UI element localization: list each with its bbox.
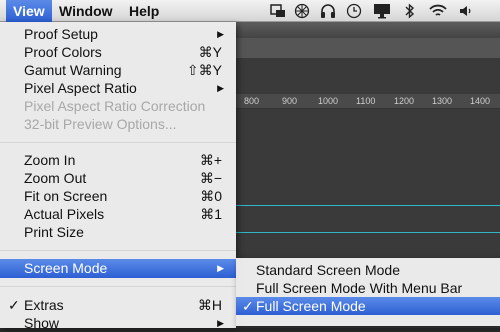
submenu-arrow-icon: ▶ — [217, 263, 224, 273]
menu-item-actual-pixels[interactable]: Actual Pixels ⌘1 — [0, 205, 236, 223]
menu-item-zoom-out[interactable]: Zoom Out ⌘− — [0, 169, 236, 187]
checkmark-icon: ✓ — [8, 297, 20, 313]
menu-item-label: Pixel Aspect Ratio — [24, 80, 137, 96]
menu-item-label: Zoom In — [24, 152, 76, 168]
menu-item-shortcut: ⌘0 — [200, 188, 222, 204]
display-icon[interactable] — [372, 0, 392, 22]
menu-item-pixel-aspect-ratio-correction: Pixel Aspect Ratio Correction — [0, 97, 236, 115]
headphones-icon[interactable] — [318, 0, 338, 22]
menu-item-gamut-warning[interactable]: Gamut Warning ⇧⌘Y — [0, 61, 236, 79]
menu-separator — [0, 286, 236, 287]
menu-help[interactable]: Help — [129, 0, 159, 22]
ruler-tick: 900 — [282, 96, 298, 106]
pinwheel-icon[interactable] — [292, 0, 312, 22]
menu-window[interactable]: Window — [59, 0, 113, 22]
ruler-tick: 1200 — [394, 96, 415, 106]
menu-item-label: Extras — [24, 297, 64, 313]
menu-item-32bit-preview-options: 32-bit Preview Options... — [0, 115, 236, 133]
guide-line — [236, 232, 500, 233]
menu-item-label: Print Size — [24, 224, 84, 240]
bluetooth-icon[interactable] — [400, 0, 420, 22]
ruler-tick: 800 — [244, 96, 260, 106]
submenu-arrow-icon: ▶ — [217, 83, 224, 93]
server-icon[interactable] — [268, 0, 288, 22]
menu-item-pixel-aspect-ratio[interactable]: Pixel Aspect Ratio ▶ — [0, 79, 236, 97]
menu-item-shortcut: ⌘+ — [199, 152, 222, 168]
view-menu: Proof Setup ▶ Proof Colors ⌘Y Gamut Warn… — [0, 22, 236, 331]
submenu-item-label: Full Screen Mode — [256, 298, 366, 314]
menu-separator — [0, 142, 236, 143]
menu-item-fit-on-screen[interactable]: Fit on Screen ⌘0 — [0, 187, 236, 205]
menu-item-label: 32-bit Preview Options... — [24, 116, 177, 132]
guide-line — [236, 205, 500, 206]
menu-bar: View Window Help — [0, 0, 500, 22]
menu-item-label: Pixel Aspect Ratio Correction — [24, 98, 206, 114]
submenu-item-standard-screen-mode[interactable]: Standard Screen Mode — [236, 261, 500, 279]
menu-item-print-size[interactable]: Print Size — [0, 223, 236, 241]
menu-item-label: Show — [24, 315, 60, 331]
menu-item-proof-setup[interactable]: Proof Setup ▶ — [0, 25, 236, 43]
menu-item-label: Zoom Out — [24, 170, 87, 186]
screen-mode-submenu: Standard Screen Mode Full Screen Mode Wi… — [236, 258, 500, 326]
menu-item-shortcut: ⌘1 — [200, 206, 222, 222]
menu-item-proof-colors[interactable]: Proof Colors ⌘Y — [0, 43, 236, 61]
submenu-arrow-icon: ▶ — [217, 29, 224, 39]
menu-item-shortcut: ⌘H — [197, 297, 222, 313]
ruler-tick: 1100 — [356, 96, 376, 106]
checkmark-icon: ✓ — [242, 298, 254, 314]
submenu-item-label: Standard Screen Mode — [256, 262, 400, 278]
menu-item-shortcut: ⌘Y — [198, 44, 222, 60]
horizontal-ruler: 800 900 1000 1100 1200 1300 1400 — [236, 94, 500, 109]
ruler-tick: 1300 — [432, 96, 453, 106]
menu-separator — [0, 250, 236, 251]
menu-item-label: Actual Pixels — [24, 206, 105, 222]
menu-item-extras[interactable]: ✓ Extras ⌘H — [0, 296, 236, 314]
time-machine-icon[interactable] — [344, 0, 364, 22]
menu-item-label: Proof Setup — [24, 26, 98, 42]
wifi-icon[interactable] — [428, 0, 448, 22]
volume-icon[interactable] — [456, 0, 476, 22]
menu-item-label: Fit on Screen — [24, 188, 108, 204]
ruler-tick: 1400 — [470, 96, 491, 106]
menu-view[interactable]: View — [6, 0, 52, 22]
submenu-item-full-screen-with-menu-bar[interactable]: Full Screen Mode With Menu Bar — [236, 279, 500, 297]
menu-item-zoom-in[interactable]: Zoom In ⌘+ — [0, 151, 236, 169]
menu-item-show[interactable]: Show ▶ — [0, 314, 236, 332]
menu-item-shortcut: ⌘− — [199, 170, 222, 186]
submenu-item-full-screen-mode[interactable]: ✓ Full Screen Mode — [236, 297, 500, 315]
menu-item-label: Proof Colors — [24, 44, 102, 60]
menu-item-label: Gamut Warning — [24, 62, 122, 78]
ruler-tick: 1000 — [318, 96, 339, 106]
menu-item-screen-mode[interactable]: Screen Mode ▶ — [0, 259, 236, 278]
submenu-item-label: Full Screen Mode With Menu Bar — [256, 280, 463, 296]
menu-item-label: Screen Mode — [24, 260, 108, 276]
submenu-arrow-icon: ▶ — [217, 318, 224, 328]
menu-item-shortcut: ⇧⌘Y — [186, 62, 222, 78]
